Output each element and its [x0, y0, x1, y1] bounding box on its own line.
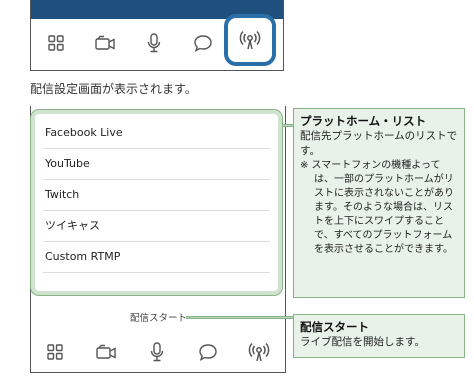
platform-item-empty: [43, 273, 270, 303]
microphone-tab[interactable]: [140, 29, 168, 57]
platform-item-custom-rtmp[interactable]: Custom RTMP: [43, 242, 270, 273]
grid-tab[interactable]: [41, 338, 69, 366]
start-callout: 配信スタート ライブ配信を開始します。: [293, 314, 465, 358]
camera-tab[interactable]: [91, 29, 119, 57]
instruction-caption: 配信設定画面が表示されます。: [30, 82, 197, 96]
grid-tab[interactable]: [42, 29, 70, 57]
start-callout-connector: [186, 316, 294, 319]
grid-icon: [47, 35, 64, 51]
start-callout-body: ライブ配信を開始します。: [300, 336, 425, 348]
chat-icon: [193, 35, 212, 52]
platform-list: Facebook Live YouTube Twitch ツイキャス Custo…: [30, 109, 283, 296]
platform-callout-title: プラットホーム・リスト: [300, 114, 427, 128]
platform-callout-note: ※ スマートフォンの機種よっては、一部のプラットホームがリストに表示されないこと…: [300, 160, 454, 255]
chat-icon: [199, 344, 217, 361]
microphone-icon: [150, 342, 164, 362]
chat-tab[interactable]: [194, 338, 222, 366]
broadcast-tab[interactable]: [245, 338, 273, 366]
start-broadcast-button[interactable]: 配信スタート: [130, 310, 187, 324]
chat-tab[interactable]: [189, 29, 217, 57]
platform-list-callout: プラットホーム・リスト 配信先プラットホームのリストです。 ※ スマートフォンの…: [293, 108, 465, 298]
platform-item-twitcasting[interactable]: ツイキャス: [43, 211, 270, 242]
platform-item-youtube[interactable]: YouTube: [43, 149, 270, 180]
broadcast-icon: [248, 342, 269, 362]
broadcast-icon: [239, 30, 261, 50]
platform-item-twitch[interactable]: Twitch: [43, 180, 270, 211]
camera-icon: [94, 35, 115, 50]
broadcast-tab-highlighted[interactable]: [224, 14, 276, 66]
camera-icon: [96, 344, 116, 359]
platform-callout-body: 配信先プラットホームのリストです。: [300, 130, 458, 157]
platform-item-facebook-live[interactable]: Facebook Live: [43, 118, 270, 149]
microphone-tab[interactable]: [143, 338, 171, 366]
microphone-icon: [147, 33, 160, 53]
grid-icon: [47, 344, 64, 360]
camera-tab[interactable]: [92, 338, 120, 366]
start-callout-title: 配信スタート: [300, 320, 369, 334]
bottom-tab-bar: [30, 337, 284, 367]
